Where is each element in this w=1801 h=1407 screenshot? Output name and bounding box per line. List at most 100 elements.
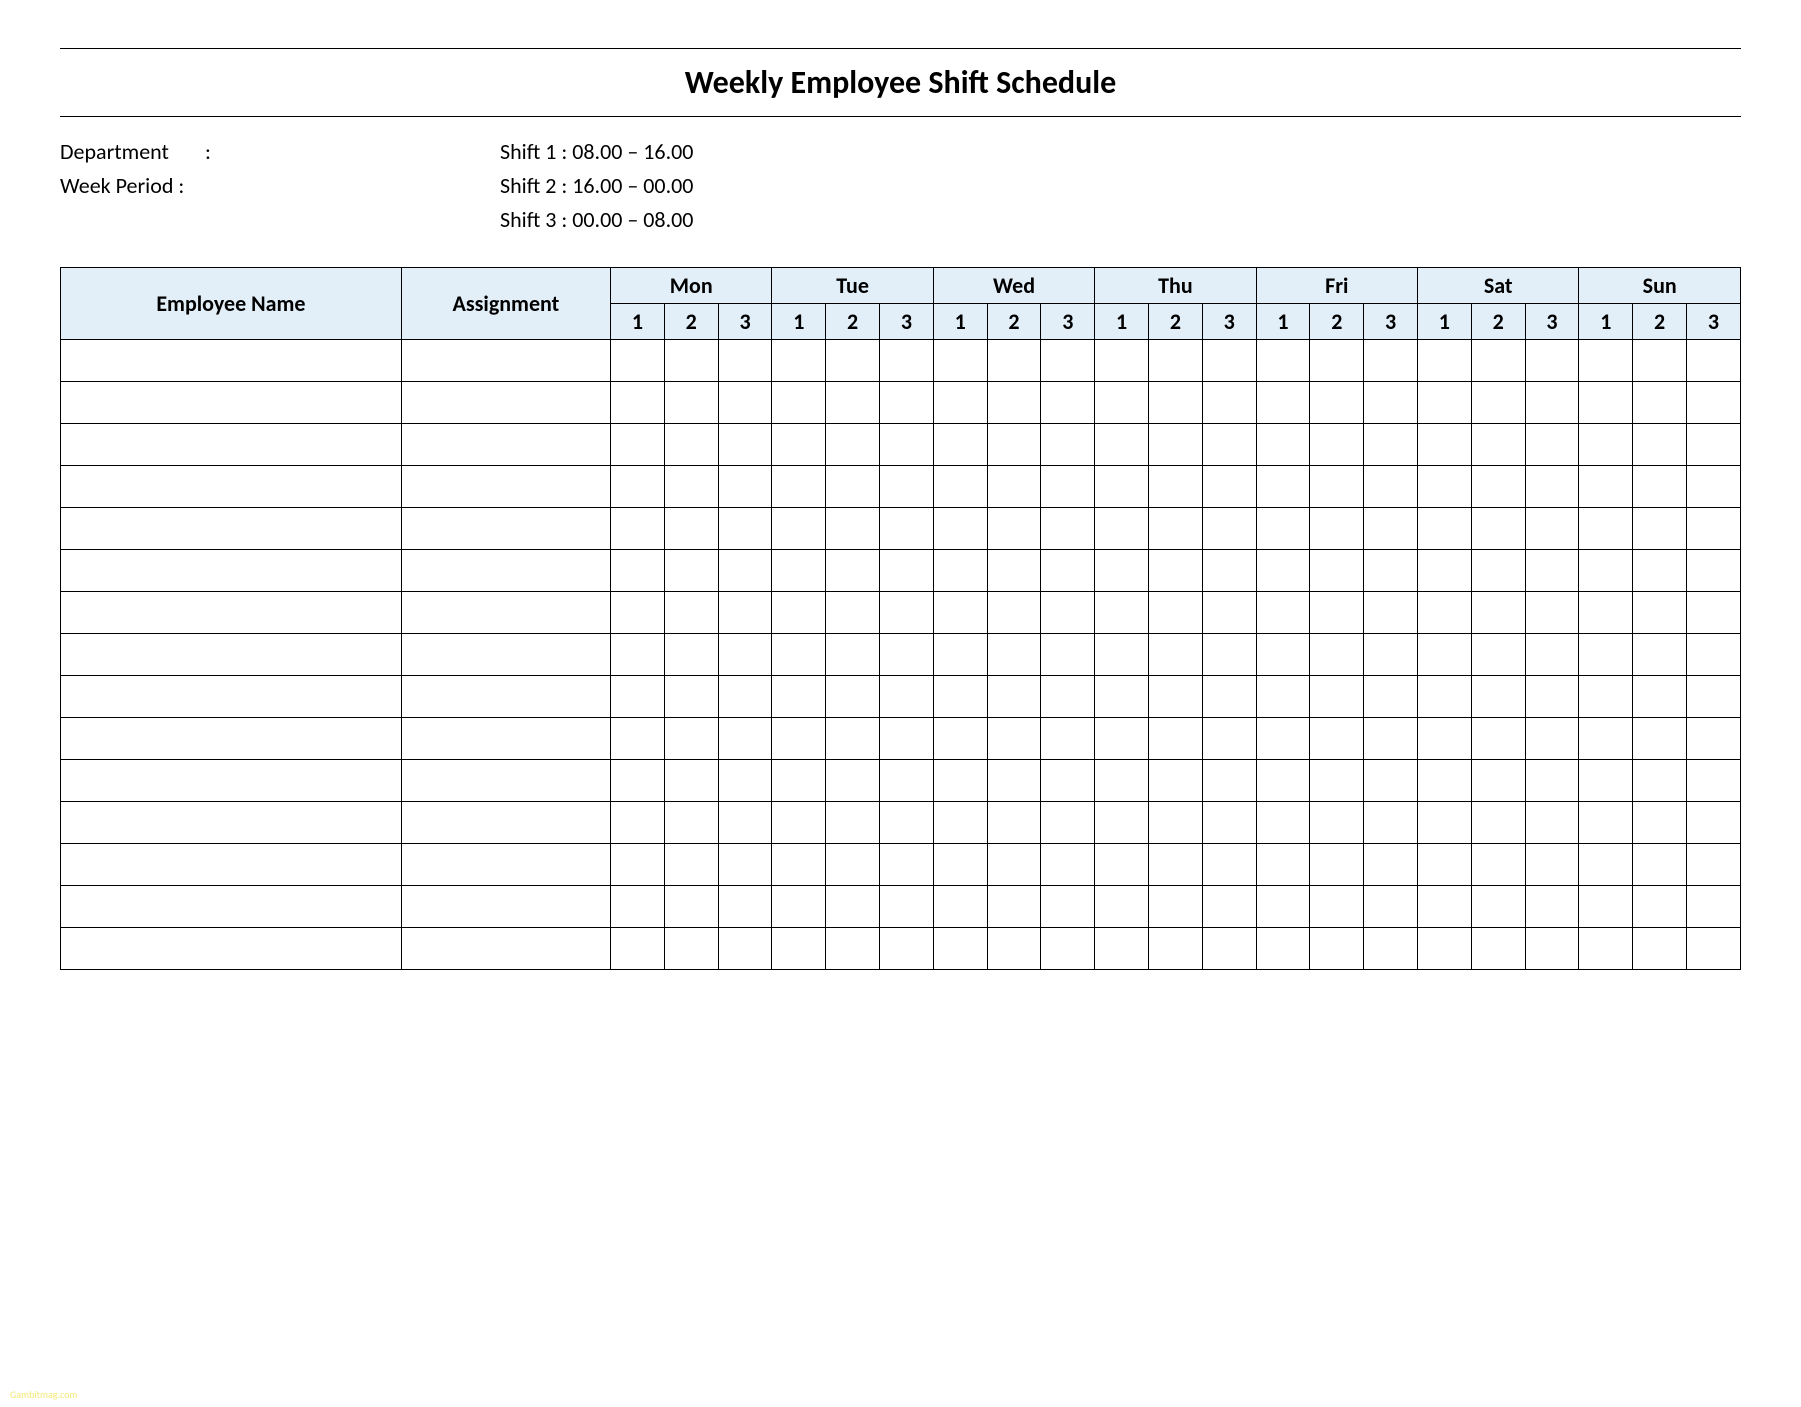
shift-number-header: 2 — [987, 304, 1041, 340]
shift-cell — [1579, 340, 1633, 382]
shift-cell — [826, 592, 880, 634]
shift-cell — [611, 634, 665, 676]
shift-cell — [1095, 676, 1149, 718]
shift-cell — [1310, 634, 1364, 676]
shift-cell — [826, 340, 880, 382]
shift-cell — [1095, 718, 1149, 760]
shift-cell — [772, 676, 826, 718]
assignment-cell — [401, 802, 610, 844]
shift-cell — [1633, 844, 1687, 886]
shift-cell — [664, 886, 718, 928]
shift-cell — [1149, 382, 1203, 424]
shift-cell — [1310, 802, 1364, 844]
employee-name-cell — [61, 466, 402, 508]
employee-name-cell — [61, 340, 402, 382]
shift-cell — [1686, 844, 1740, 886]
shift-cell — [1686, 340, 1740, 382]
shift-cell — [1686, 760, 1740, 802]
table-head: Employee Name Assignment Mon Tue Wed Thu… — [61, 268, 1741, 340]
table-row — [61, 340, 1741, 382]
shift-cell — [1310, 676, 1364, 718]
shift-cell — [1310, 718, 1364, 760]
shift-cell — [611, 676, 665, 718]
shift-cell — [1417, 718, 1471, 760]
shift-cell — [1149, 886, 1203, 928]
shift-cell — [718, 676, 772, 718]
schedule-table: Employee Name Assignment Mon Tue Wed Thu… — [60, 267, 1741, 970]
shift-cell — [826, 844, 880, 886]
meta-left-col: Department : Week Period : — [60, 135, 500, 237]
shift-cell — [1579, 592, 1633, 634]
shift-cell — [1364, 886, 1418, 928]
shift-cell — [987, 718, 1041, 760]
shift-cell — [1686, 802, 1740, 844]
shift-cell — [1471, 592, 1525, 634]
shift-cell — [1202, 424, 1256, 466]
shift-cell — [1149, 802, 1203, 844]
shift-cell — [1525, 634, 1579, 676]
shift-cell — [664, 802, 718, 844]
shift-cell — [1579, 550, 1633, 592]
shift-cell — [1579, 844, 1633, 886]
shift-cell — [1525, 676, 1579, 718]
shift-cell — [718, 508, 772, 550]
shift-cell — [611, 760, 665, 802]
shift-cell — [1256, 928, 1310, 970]
shift-cell — [1633, 550, 1687, 592]
employee-name-cell — [61, 424, 402, 466]
shift-cell — [1149, 424, 1203, 466]
shift-cell — [664, 424, 718, 466]
shift-cell — [1256, 844, 1310, 886]
shift-cell — [1364, 592, 1418, 634]
assignment-cell — [401, 424, 610, 466]
shift-cell — [826, 382, 880, 424]
employee-name-cell — [61, 676, 402, 718]
shift-cell — [1417, 550, 1471, 592]
shift-cell — [1095, 550, 1149, 592]
shift-cell — [772, 550, 826, 592]
shift-cell — [611, 592, 665, 634]
shift-cell — [1364, 634, 1418, 676]
shift-cell — [880, 382, 934, 424]
shift-cell — [826, 550, 880, 592]
shift-cell — [664, 928, 718, 970]
shift-cell — [987, 844, 1041, 886]
shift-cell — [826, 886, 880, 928]
assignment-cell — [401, 592, 610, 634]
shift-cell — [1095, 634, 1149, 676]
shift-cell — [1686, 886, 1740, 928]
shift-number-header: 1 — [1095, 304, 1149, 340]
shift-cell — [1417, 886, 1471, 928]
assignment-cell — [401, 550, 610, 592]
shift-cell — [933, 592, 987, 634]
shift-cell — [611, 466, 665, 508]
shift-cell — [880, 676, 934, 718]
shift-cell — [1633, 676, 1687, 718]
shift-cell — [1471, 844, 1525, 886]
shift-cell — [933, 382, 987, 424]
shift-number-header: 2 — [1310, 304, 1364, 340]
shift-cell — [1633, 508, 1687, 550]
shift-cell — [1686, 508, 1740, 550]
shift-cell — [1202, 802, 1256, 844]
shift-number-header: 2 — [1149, 304, 1203, 340]
shift-cell — [1149, 634, 1203, 676]
table-row — [61, 424, 1741, 466]
shift-cell — [611, 424, 665, 466]
shift-cell — [987, 634, 1041, 676]
shift-cell — [1364, 802, 1418, 844]
shift-cell — [1364, 718, 1418, 760]
shift-cell — [933, 928, 987, 970]
shift-cell — [1525, 802, 1579, 844]
shift-cell — [1633, 340, 1687, 382]
shift-cell — [987, 592, 1041, 634]
table-row — [61, 760, 1741, 802]
shift-number-header: 1 — [772, 304, 826, 340]
shift-number-header: 3 — [1686, 304, 1740, 340]
shift-cell — [611, 718, 665, 760]
shift-cell — [1471, 928, 1525, 970]
shift-cell — [718, 340, 772, 382]
assignment-cell — [401, 886, 610, 928]
shift-cell — [933, 424, 987, 466]
shift-cell — [1633, 466, 1687, 508]
